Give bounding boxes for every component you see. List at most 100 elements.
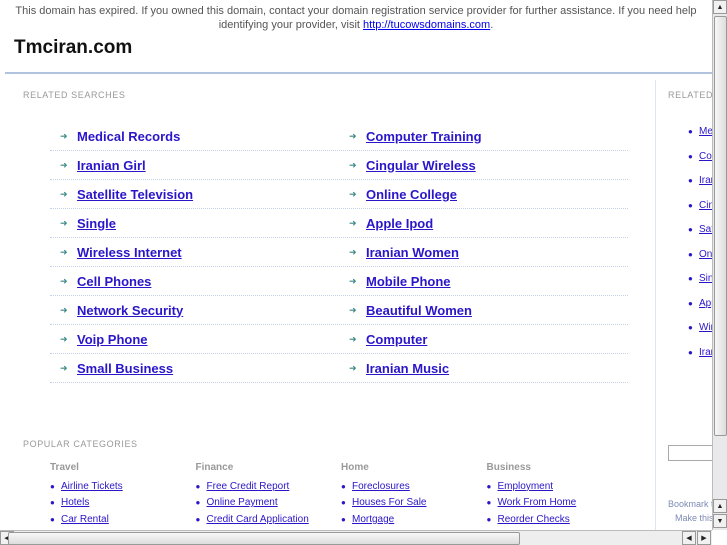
related-link[interactable]: Iranian Women bbox=[366, 245, 459, 260]
sidebar: RELATED ● Medical Records ● Computer Traini… bbox=[668, 0, 712, 530]
category-link[interactable]: Hotels bbox=[61, 497, 89, 508]
scroll-left-icon[interactable]: ◀ bbox=[682, 531, 696, 545]
popular-categories: Travel ● Airline Tickets ● Hotels ● Car Rental… bbox=[50, 462, 632, 528]
category-link[interactable]: Houses For Sale bbox=[352, 497, 426, 508]
category-link[interactable]: Mortgage bbox=[352, 514, 394, 525]
arrow-icon: ➜ bbox=[349, 275, 357, 286]
horizontal-scroll-thumb[interactable] bbox=[8, 532, 520, 545]
sidebar-link[interactable]: Apple Ipod bbox=[699, 298, 712, 309]
category-heading: Finance bbox=[195, 462, 234, 473]
bookmark-link[interactable]: Bookmark this page bbox=[668, 499, 712, 509]
related-link[interactable]: Wireless Internet bbox=[77, 245, 182, 260]
scroll-right-icon[interactable]: ▶ bbox=[697, 531, 711, 545]
related-link[interactable]: Apple Ipod bbox=[366, 216, 433, 231]
related-link[interactable]: Cell Phones bbox=[77, 274, 151, 289]
related-link[interactable]: Beautiful Women bbox=[366, 303, 472, 318]
sidebar-link[interactable]: Iranian Women bbox=[699, 347, 712, 358]
arrow-icon: ➜ bbox=[60, 304, 68, 315]
scroll-up-icon[interactable]: ▲ bbox=[713, 0, 727, 14]
sidebar-label: RELATED bbox=[668, 90, 712, 100]
related-item: ➜ Medical Records bbox=[50, 129, 339, 144]
homepage-link[interactable]: Make this your homepage bbox=[675, 513, 712, 523]
arrow-icon: ➜ bbox=[349, 217, 357, 228]
bullet-icon: ● bbox=[341, 498, 346, 508]
related-searches-list: ➜ Medical Records ➜ Computer Training ➜ Irani… bbox=[50, 122, 628, 383]
related-link[interactable]: Voip Phone bbox=[77, 332, 148, 347]
search-input[interactable] bbox=[668, 445, 712, 461]
related-item: ➜ Voip Phone bbox=[50, 332, 339, 347]
expired-notice: This domain has expired. If you owned th… bbox=[15, 5, 697, 31]
category-item: ● Work From Home bbox=[487, 495, 633, 512]
bullet-icon: ● bbox=[486, 481, 492, 491]
related-link[interactable]: Network Security bbox=[77, 303, 183, 318]
related-link[interactable]: Satellite Television bbox=[77, 187, 193, 202]
related-link[interactable]: Single bbox=[77, 216, 116, 231]
sidebar-link[interactable]: Online College bbox=[699, 249, 712, 260]
category-link[interactable]: Free Credit Report bbox=[207, 481, 290, 492]
category-column: Finance ● Free Credit Report ● Online Paymen… bbox=[196, 462, 342, 528]
related-link[interactable]: Computer bbox=[366, 332, 427, 347]
sidebar-link[interactable]: Medical Records bbox=[699, 126, 712, 137]
bullet-icon: ● bbox=[688, 274, 693, 283]
category-link[interactable]: Employment bbox=[498, 481, 554, 492]
sidebar-link[interactable]: Cingular Wireless bbox=[699, 200, 712, 211]
arrow-icon: ➜ bbox=[349, 304, 357, 315]
related-link[interactable]: Medical Records bbox=[77, 129, 180, 144]
category-item: ● Employment bbox=[487, 478, 633, 495]
bullet-icon: ● bbox=[688, 200, 693, 210]
bullet-icon: ● bbox=[50, 481, 55, 491]
horizontal-scrollbar[interactable]: ◀ ◀ ▶ bbox=[0, 530, 712, 545]
related-link[interactable]: Mobile Phone bbox=[366, 274, 451, 289]
related-item: ➜ Iranian Women bbox=[339, 245, 628, 260]
sidebar-link[interactable]: Satellite Television bbox=[699, 224, 712, 235]
related-row: ➜ Network Security ➜ Beautiful Women bbox=[50, 296, 628, 325]
arrow-icon: ➜ bbox=[60, 333, 68, 344]
category-link[interactable]: Work From Home bbox=[498, 497, 577, 508]
category-link[interactable]: Reorder Checks bbox=[498, 514, 570, 525]
arrow-icon: ➜ bbox=[349, 188, 357, 199]
arrow-icon: ➜ bbox=[349, 246, 357, 257]
related-link[interactable]: Cingular Wireless bbox=[366, 158, 476, 173]
related-link[interactable]: Small Business bbox=[77, 361, 173, 376]
category-link[interactable]: Credit Card Application bbox=[207, 514, 309, 525]
related-item: ➜ Wireless Internet bbox=[50, 245, 339, 260]
arrow-icon: ➜ bbox=[60, 362, 68, 373]
sidebar-item: ● Cingular Wireless bbox=[688, 200, 712, 211]
sidebar-item: ● Iranian Girl bbox=[688, 175, 712, 186]
bullet-icon: ● bbox=[50, 514, 55, 524]
related-item: ➜ Online College bbox=[339, 187, 628, 202]
popular-categories-label: POPULAR CATEGORIES bbox=[23, 439, 138, 449]
sidebar-link[interactable]: Computer Training bbox=[699, 151, 712, 162]
sidebar-link[interactable]: Single bbox=[699, 273, 712, 284]
related-item: ➜ Single bbox=[50, 216, 339, 231]
category-item: ● Car Rental bbox=[50, 511, 196, 528]
scroll-up-icon[interactable]: ▲ bbox=[713, 499, 727, 513]
sidebar-link[interactable]: Iranian Girl bbox=[699, 175, 712, 186]
sidebar-item: ● Satellite Television bbox=[688, 224, 712, 235]
bullet-icon: ● bbox=[688, 323, 693, 332]
sidebar-link[interactable]: Wireless Internet bbox=[699, 322, 712, 333]
related-link[interactable]: Iranian Girl bbox=[77, 158, 146, 173]
category-link[interactable]: Foreclosures bbox=[352, 481, 410, 492]
bullet-icon: ● bbox=[195, 481, 201, 491]
scroll-down-icon[interactable]: ▼ bbox=[713, 514, 727, 528]
arrow-icon: ➜ bbox=[60, 246, 68, 257]
category-link[interactable]: Car Rental bbox=[61, 514, 109, 525]
related-item: ➜ Beautiful Women bbox=[339, 303, 628, 318]
category-link[interactable]: Online Payment bbox=[207, 497, 278, 508]
sidebar-item: ● Online College bbox=[688, 249, 712, 260]
arrow-icon: ➜ bbox=[60, 188, 68, 199]
category-link[interactable]: Airline Tickets bbox=[61, 481, 123, 492]
category-column: Home ● Foreclosures ● Houses For Sale ● Mortga… bbox=[341, 462, 487, 528]
category-heading: Home bbox=[341, 462, 369, 473]
vertical-scroll-thumb[interactable] bbox=[714, 16, 727, 436]
bullet-icon: ● bbox=[688, 176, 693, 185]
category-heading: Business bbox=[486, 462, 531, 473]
related-link[interactable]: Online College bbox=[366, 187, 457, 202]
related-link[interactable]: Computer Training bbox=[366, 129, 482, 144]
vertical-scrollbar[interactable]: ▲ ▲ ▼ bbox=[712, 0, 727, 530]
bullet-icon: ● bbox=[341, 514, 346, 524]
related-row: ➜ Voip Phone ➜ Computer bbox=[50, 325, 628, 354]
related-link[interactable]: Iranian Music bbox=[366, 361, 449, 376]
tucows-link[interactable]: http://tucowsdomains.com bbox=[363, 19, 490, 31]
